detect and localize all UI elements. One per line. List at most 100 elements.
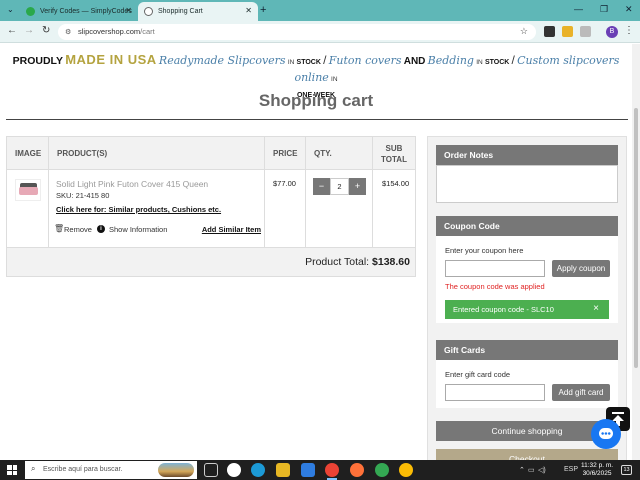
banner-made-in-usa: MADE IN USA xyxy=(65,52,157,67)
volume-icon[interactable]: ◁) xyxy=(538,466,546,474)
cell-image xyxy=(7,170,49,248)
increase-qty-button[interactable]: + xyxy=(349,178,366,195)
site-info-icon[interactable]: ⚙ xyxy=(65,28,71,36)
page-title: Shopping cart xyxy=(258,91,374,110)
banner-readymade-link[interactable]: Readymade Slipcovers xyxy=(159,54,286,67)
banner-stock: STOCK xyxy=(484,59,510,66)
profile-avatar[interactable]: B xyxy=(606,26,618,38)
file-explorer-icon[interactable] xyxy=(276,463,290,477)
search-placeholder: Escribe aquí para buscar. xyxy=(43,466,123,473)
outlook-icon[interactable] xyxy=(301,463,315,477)
chat-widget-button[interactable] xyxy=(591,419,621,449)
checkout-button[interactable]: Checkout xyxy=(436,449,618,460)
tray-chevron-icon[interactable]: ⌃ xyxy=(519,466,525,474)
minimize-icon[interactable]: — xyxy=(574,4,583,14)
header-subtotal: SUB TOTAL xyxy=(373,137,415,170)
cart-table-header: IMAGE PRODUCT(S) PRICE QTY. SUB TOTAL xyxy=(7,137,415,170)
network-icon[interactable]: ▭ xyxy=(528,466,535,474)
task-view-icon[interactable] xyxy=(204,463,218,477)
gift-cards-header: Gift Cards xyxy=(436,340,618,360)
order-notes-textarea[interactable] xyxy=(436,165,618,203)
add-similar-item-link[interactable]: Add Similar Item xyxy=(202,225,261,234)
coupon-code-header: Coupon Code xyxy=(436,216,618,236)
trash-icon[interactable]: 🗑 xyxy=(54,224,64,233)
reload-icon[interactable]: ↻ xyxy=(42,25,50,36)
gift-card-panel: Enter gift card code Add gift card xyxy=(436,360,618,408)
url-domain: slipcovershop.com xyxy=(78,27,141,36)
chrome-profile-icon[interactable] xyxy=(375,463,389,477)
close-window-icon[interactable]: ✕ xyxy=(625,4,633,15)
page-viewport: PROUDLY MADE IN USA Readymade Slipcovers… xyxy=(0,44,632,460)
coupon-input[interactable] xyxy=(445,260,545,277)
header-price: PRICE xyxy=(265,137,306,170)
banner-and: AND xyxy=(403,56,426,67)
cell-price: $77.00 xyxy=(265,170,306,248)
product-total-value: $138.60 xyxy=(372,256,410,268)
banner-futon-link[interactable]: Futon covers xyxy=(329,54,402,67)
header-subtotal-line1: SUB xyxy=(385,143,403,153)
url-path: /cart xyxy=(140,27,155,36)
taskbar-search-input[interactable]: ⌕ Escribe aquí para buscar. xyxy=(25,461,197,479)
product-total-label: Product Total: xyxy=(305,256,370,268)
coupon-alert-text: Entered coupon code - SLC10 xyxy=(453,305,554,314)
tab-shopping-cart[interactable]: Shopping Cart ✕ xyxy=(138,2,258,21)
product-name-link[interactable]: Solid Light Pink Futon Cover 415 Queen xyxy=(56,179,208,189)
remove-link[interactable]: Remove xyxy=(64,225,92,234)
quantity-input[interactable] xyxy=(330,178,349,195)
banner-bedding-link[interactable]: Bedding xyxy=(428,54,474,67)
browser-menu-icon[interactable]: ⋮ xyxy=(624,25,634,36)
show-information-link[interactable]: Show Information xyxy=(109,225,167,234)
product-total-row: Product Total: $138.60 xyxy=(7,248,415,276)
notification-center-icon[interactable]: 13 xyxy=(621,465,632,475)
windows-start-icon[interactable] xyxy=(7,465,17,475)
forward-icon[interactable]: → xyxy=(24,25,34,36)
close-tab-icon[interactable]: ✕ xyxy=(245,6,252,15)
clock-date: 30/6/2025 xyxy=(582,470,612,477)
gift-card-input[interactable] xyxy=(445,384,545,401)
new-tab-icon[interactable]: + xyxy=(260,4,266,16)
taskbar-clock[interactable]: 11:32 p. m. 30/6/2025 xyxy=(581,462,613,478)
product-thumbnail[interactable] xyxy=(15,179,41,201)
media-player-icon[interactable] xyxy=(227,463,241,477)
close-alert-icon[interactable]: × xyxy=(593,303,599,314)
language-indicator[interactable]: ESP xyxy=(564,466,578,473)
back-icon[interactable]: ← xyxy=(7,25,17,36)
decrease-qty-button[interactable]: − xyxy=(313,178,330,195)
edge-icon[interactable] xyxy=(251,463,265,477)
windows-taskbar: ⌕ Escribe aquí para buscar. ⌃ ▭ ◁) ESP 1… xyxy=(0,460,640,480)
tab-title: Shopping Cart xyxy=(158,8,203,15)
header-qty: QTY. xyxy=(306,137,373,170)
chrome-icon[interactable] xyxy=(325,463,339,477)
cell-subtotal: $154.00 xyxy=(373,170,415,248)
scrollbar-thumb[interactable] xyxy=(634,108,638,368)
close-tab-icon[interactable]: ✕ xyxy=(125,6,132,15)
similar-products-link[interactable]: Click here for: Similar products, Cushio… xyxy=(56,205,221,214)
cart-table: IMAGE PRODUCT(S) PRICE QTY. SUB TOTAL Sol… xyxy=(6,136,416,277)
line-subtotal: $154.00 xyxy=(382,179,410,188)
tab-verify-codes[interactable]: Verify Codes — SimplyCodes ✕ xyxy=(20,2,138,21)
search-highlight-image xyxy=(158,463,194,477)
extension-icon[interactable] xyxy=(562,26,573,37)
title-divider xyxy=(6,119,628,120)
page-scrollbar[interactable] xyxy=(632,44,640,460)
header-products: PRODUCT(S) xyxy=(49,137,265,170)
address-bar-row: ← → ↻ ⚙ slipcovershop.com/cart ☆ B ⋮ xyxy=(0,21,640,43)
cart-sidebar: Order Notes Coupon Code Enter your coupo… xyxy=(427,136,627,460)
firefox-icon[interactable] xyxy=(350,463,364,477)
cart-favicon-icon xyxy=(144,7,153,16)
add-gift-card-button[interactable]: Add gift card xyxy=(552,384,610,401)
url-input[interactable]: ⚙ slipcovershop.com/cart ☆ xyxy=(58,24,536,40)
tab-list-icon[interactable]: ⌄ xyxy=(7,5,14,14)
extension-icon[interactable] xyxy=(544,26,555,37)
bookmark-star-icon[interactable]: ☆ xyxy=(520,26,528,37)
chrome-profile-icon[interactable] xyxy=(399,463,413,477)
search-icon: ⌕ xyxy=(31,464,36,473)
restore-icon[interactable]: ❐ xyxy=(600,4,608,15)
extensions-puzzle-icon[interactable] xyxy=(580,26,591,37)
info-icon[interactable]: i xyxy=(97,225,105,233)
header-subtotal-line2: TOTAL xyxy=(381,154,407,164)
banner-in: IN xyxy=(331,76,338,83)
banner-stock: STOCK xyxy=(296,59,321,66)
coupon-alert: Entered coupon code - SLC10 × xyxy=(445,300,609,319)
apply-coupon-button[interactable]: Apply coupon xyxy=(552,260,610,277)
